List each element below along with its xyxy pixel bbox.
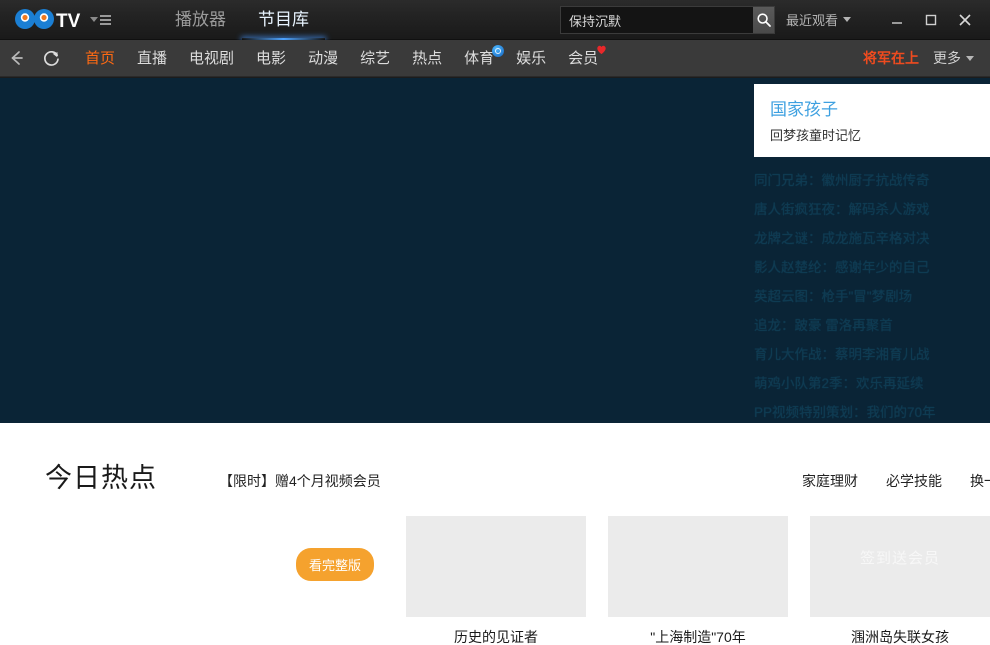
hero-feature-subtitle: 回梦孩童时记忆 — [770, 125, 990, 144]
nav-item-hot[interactable]: 热点 — [401, 40, 453, 77]
window-controls — [880, 0, 982, 40]
minimize-button[interactable] — [880, 0, 914, 40]
card-thumbnail — [608, 516, 788, 617]
list-item[interactable]: 英超云图：枪手"冒"梦剧场 — [754, 282, 990, 311]
nav-items: 首页 直播 电视剧 电影 动漫 综艺 热点 体育 娱乐 会员 — [74, 40, 609, 77]
back-button[interactable] — [0, 40, 34, 77]
nav-item-anime[interactable]: 动漫 — [297, 40, 349, 77]
watch-full-version-button[interactable]: 看完整版 — [296, 548, 374, 581]
nav-more-label: 更多 — [933, 48, 961, 68]
recent-watch-label: 最近观看 — [786, 10, 838, 29]
nav-item-entertainment[interactable]: 娱乐 — [505, 40, 557, 77]
chevron-down-icon — [966, 56, 974, 61]
section-promo-link[interactable]: 【限时】赠4个月视频会员 — [219, 471, 381, 491]
section-links: 家庭理财 必学技能 换一换 — [802, 471, 990, 491]
list-item[interactable]: 育儿大作战：蔡明李湘育儿战 — [754, 340, 990, 369]
nav-item-live[interactable]: 直播 — [126, 40, 178, 77]
svg-text:TV: TV — [56, 11, 81, 32]
nav-item-tvseries[interactable]: 电视剧 — [178, 40, 245, 77]
nav-item-home[interactable]: 首页 — [74, 40, 126, 77]
hero-playlist: 同门兄弟：徽州厨子抗战传奇 唐人街疯狂夜：解码杀人游戏 龙牌之谜：成龙施瓦辛格对… — [754, 166, 990, 423]
search-input[interactable] — [561, 7, 753, 33]
card-watermark: 签到送会员 — [860, 547, 940, 568]
logo-menu-button[interactable] — [90, 15, 111, 25]
refresh-icon — [41, 48, 62, 69]
list-item[interactable]: 萌鸡小队第2季：欢乐再延续 — [754, 369, 990, 398]
card-thumbnail: 签到送会员 — [810, 516, 990, 617]
search-icon — [756, 12, 772, 28]
heart-badge-icon — [596, 44, 607, 55]
nav-right-group: 将军在上 更多 — [853, 48, 990, 68]
nav-item-sports-label: 体育 — [464, 50, 494, 67]
list-item[interactable]: 唐人街疯狂夜：解码杀人游戏 — [754, 195, 990, 224]
close-button[interactable] — [948, 0, 982, 40]
maximize-button[interactable] — [914, 0, 948, 40]
hero-feature-card[interactable]: 国家孩子 回梦孩童时记忆 — [754, 84, 990, 157]
minimize-icon — [889, 12, 905, 28]
today-hot-section: 今日热点 【限时】赠4个月视频会员 家庭理财 必学技能 换一换 看完整版 历史的… — [0, 423, 990, 645]
list-item[interactable]: 龙牌之谜：成龙施瓦辛格对决 — [754, 224, 990, 253]
section-link-family-finance[interactable]: 家庭理财 — [802, 471, 858, 491]
pptv-logo-icon: TV — [14, 8, 86, 32]
back-arrow-icon — [7, 48, 27, 68]
list-item[interactable]: 同门兄弟：徽州厨子抗战传奇 — [754, 166, 990, 195]
section-link-refresh[interactable]: 换一换 — [970, 471, 990, 491]
hot-card-2[interactable]: "上海制造"70年 — [608, 516, 788, 645]
list-item[interactable]: 追龙：跛豪 雷洛再聚首 — [754, 311, 990, 340]
card-caption: 历史的见证者 — [406, 627, 586, 645]
nav-item-vip-label: 会员 — [568, 50, 598, 67]
maximize-icon — [923, 12, 939, 28]
card-caption: "上海制造"70年 — [608, 627, 788, 645]
nav-item-movies[interactable]: 电影 — [245, 40, 297, 77]
pptv-app-window: TV 播放器 节目库 最近观看 — [0, 0, 990, 645]
nav-promo-link[interactable]: 将军在上 — [853, 48, 929, 68]
nav-item-sports[interactable]: 体育 — [453, 40, 505, 77]
close-icon — [956, 11, 974, 29]
hero-feature-title: 国家孩子 — [770, 95, 990, 120]
card-caption: 涠洲岛失联女孩 — [810, 627, 990, 645]
nav-more-dropdown[interactable]: 更多 — [929, 48, 978, 68]
sports-badge-icon — [492, 45, 504, 57]
menu-lines-icon — [100, 15, 111, 25]
section-link-must-learn-skills[interactable]: 必学技能 — [886, 471, 942, 491]
refresh-button[interactable] — [34, 40, 68, 77]
search-box[interactable] — [560, 6, 775, 34]
card-thumbnail — [406, 516, 586, 617]
hero-banner: 国家孩子 回梦孩童时记忆 同门兄弟：徽州厨子抗战传奇 唐人街疯狂夜：解码杀人游戏… — [0, 78, 990, 423]
chevron-down-icon — [90, 17, 98, 22]
navigation-bar: 首页 直播 电视剧 电影 动漫 综艺 热点 体育 娱乐 会员 将军在上 更多 — [0, 40, 990, 77]
main-tabs: 播放器 节目库 — [159, 0, 325, 40]
chevron-down-icon — [843, 17, 851, 22]
tab-library[interactable]: 节目库 — [242, 0, 325, 40]
title-bar: TV 播放器 节目库 最近观看 — [0, 0, 990, 40]
page-title: 今日热点 — [45, 456, 157, 495]
hot-card-1[interactable]: 历史的见证者 — [406, 516, 586, 645]
tab-player[interactable]: 播放器 — [159, 0, 242, 40]
section-header: 今日热点 【限时】赠4个月视频会员 家庭理财 必学技能 换一换 — [0, 423, 990, 523]
hot-card-3[interactable]: 签到送会员 涠洲岛失联女孩 — [810, 516, 990, 645]
nav-item-variety[interactable]: 综艺 — [349, 40, 401, 77]
list-item[interactable]: PP视频特别策划：我们的70年 — [754, 398, 990, 423]
list-item[interactable]: 影人赵楚纶：感谢年少的自己 — [754, 253, 990, 282]
pptv-logo[interactable]: TV — [14, 0, 111, 40]
search-button[interactable] — [753, 7, 774, 33]
recent-watch-dropdown[interactable]: 最近观看 — [786, 10, 851, 29]
nav-item-vip[interactable]: 会员 — [557, 40, 609, 77]
